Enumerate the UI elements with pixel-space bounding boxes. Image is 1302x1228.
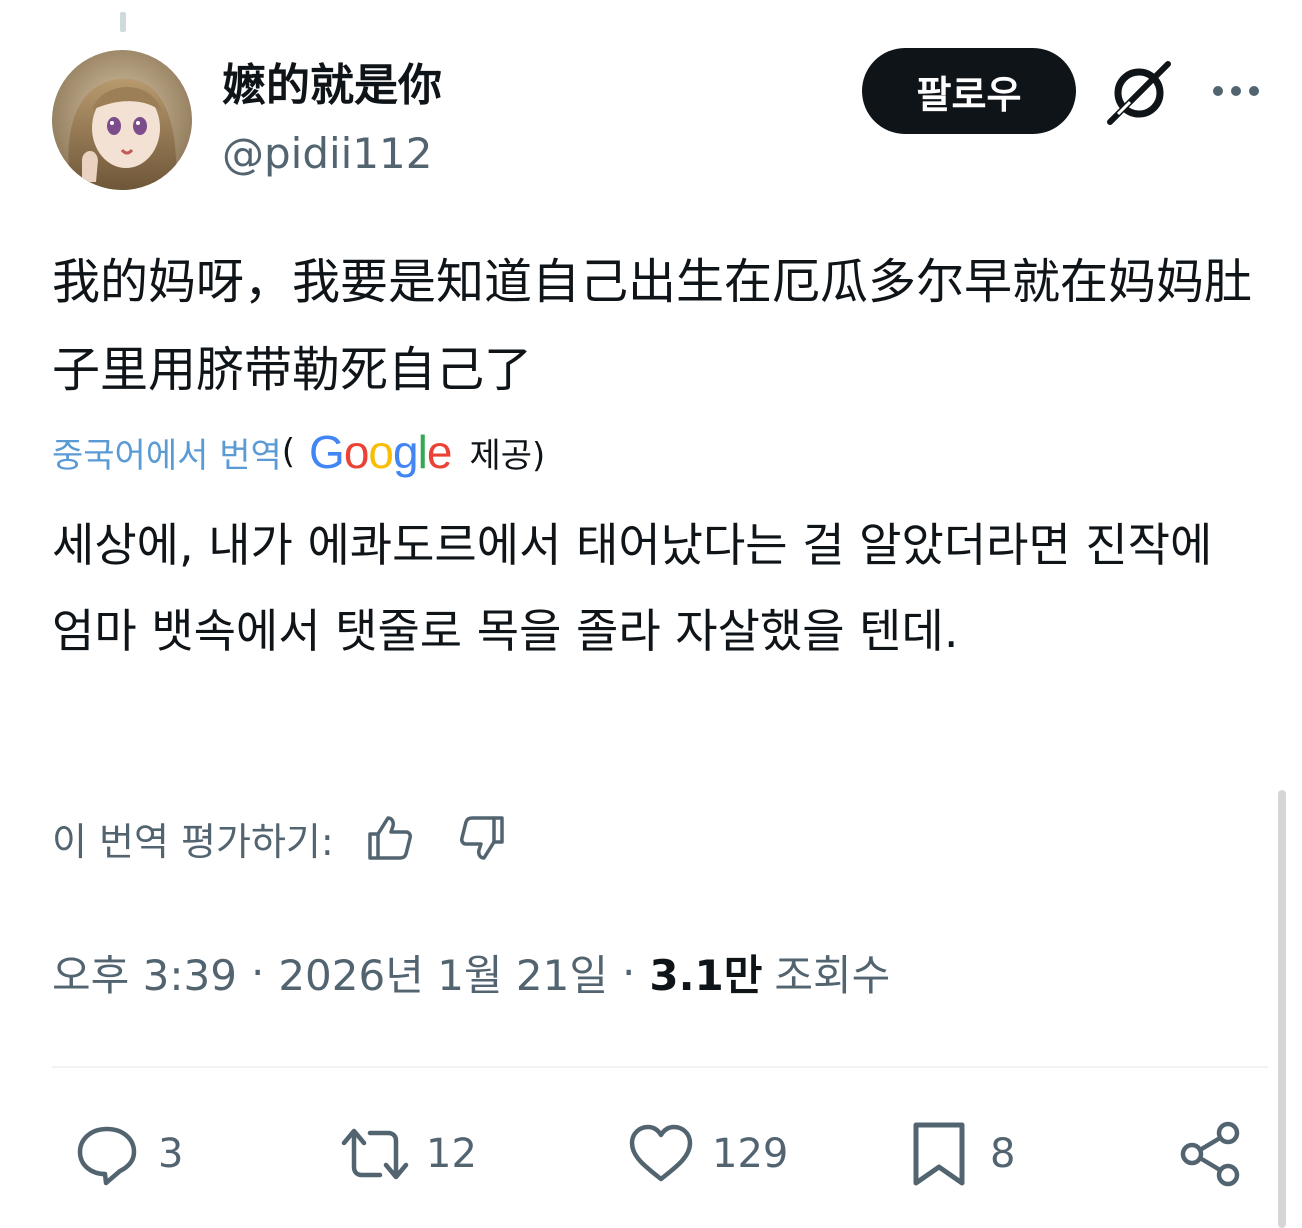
provided-by-label: 제공) <box>469 435 546 476</box>
translation-attribution: 중국어에서 번역 ( Google 제공) <box>52 424 545 480</box>
post-translated-text: 세상에, 내가 에콰도르에서 태어났다는 걸 알았더라면 진작에 엄마 뱃속에서… <box>52 518 1213 658</box>
avatar-image <box>52 50 192 190</box>
divider <box>52 1066 1268 1068</box>
grok-icon[interactable] <box>1104 58 1174 128</box>
bookmark-count: 8 <box>990 1131 1016 1177</box>
top-divider-mark <box>120 12 126 32</box>
share-button[interactable] <box>1176 1118 1262 1190</box>
post-meta: 오후 3:39 · 2026년 1월 21일 · 3.1만 조회수 <box>52 940 890 1004</box>
rate-translation-label: 이 번역 평가하기: <box>52 819 334 864</box>
avatar[interactable] <box>52 50 192 190</box>
reply-count: 3 <box>158 1131 184 1177</box>
separator-dot: · <box>622 947 636 997</box>
google-logo: Google <box>309 426 452 478</box>
post-time[interactable]: 오후 3:39 <box>52 942 237 1003</box>
rate-translation-row: 이 번역 평가하기: <box>52 808 508 868</box>
repost-count: 12 <box>426 1131 477 1177</box>
handle[interactable]: @pidii112 <box>222 126 433 182</box>
more-icon[interactable] <box>1206 74 1266 108</box>
views-count: 3.1만 <box>649 950 763 1000</box>
post-original-text: 我的妈呀，我要是知道自己出生在厄瓜多尔早就在妈妈肚子里用脐带勒死自己了 <box>52 254 1253 398</box>
thumbs-down-icon[interactable] <box>456 812 508 864</box>
bookmark-icon <box>913 1122 965 1186</box>
heart-icon <box>629 1124 693 1182</box>
scrollbar[interactable] <box>1278 790 1286 1228</box>
bookmark-button[interactable]: 8 <box>904 1118 1015 1190</box>
follow-button[interactable]: 팔로우 <box>862 48 1076 134</box>
reply-icon <box>77 1126 137 1186</box>
post-date[interactable]: 2026년 1월 21일 <box>278 942 608 1003</box>
thumbs-up-icon[interactable] <box>364 812 416 864</box>
repost-icon <box>341 1128 409 1180</box>
share-icon <box>1180 1121 1240 1187</box>
translate-link[interactable]: 중국어에서 번역 <box>52 428 282 477</box>
views-label: 조회수 <box>774 950 891 1000</box>
open-paren: ( <box>281 432 296 472</box>
separator-dot: · <box>250 947 265 997</box>
reply-button[interactable]: 3 <box>72 1118 183 1190</box>
like-button[interactable]: 129 <box>626 1118 788 1190</box>
like-count: 129 <box>712 1131 789 1177</box>
display-name[interactable]: 嬷的就是你 <box>222 58 442 114</box>
repost-button[interactable]: 12 <box>340 1118 477 1190</box>
